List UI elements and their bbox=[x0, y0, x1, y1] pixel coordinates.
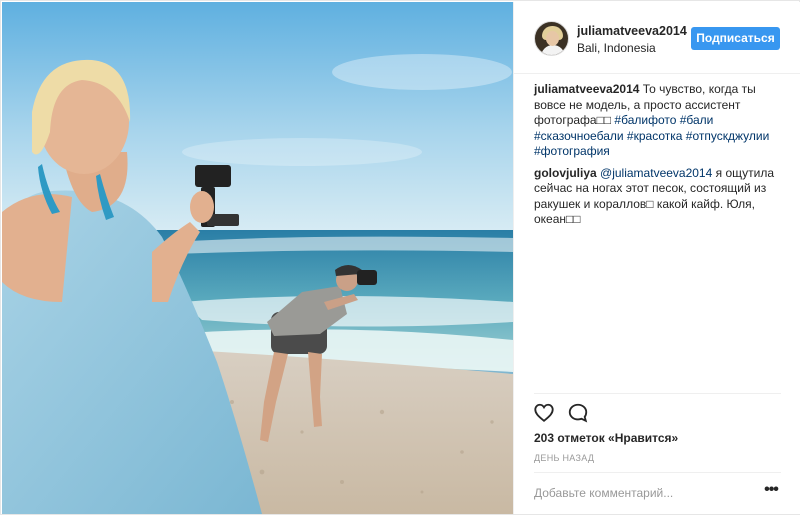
more-options-icon[interactable]: ••• bbox=[762, 482, 780, 501]
comments-list: juliamatveeva2014 То чувство, когда ты в… bbox=[534, 82, 784, 234]
hashtag-link[interactable]: #отпускджулии bbox=[686, 129, 770, 143]
avatar-body-shape bbox=[541, 45, 565, 55]
follow-button[interactable]: Подписаться bbox=[691, 27, 780, 50]
post-location[interactable]: Bali, Indonesia bbox=[577, 41, 656, 55]
hashtag-link[interactable]: #красотка bbox=[627, 129, 683, 143]
avatar-face-shape bbox=[546, 31, 559, 46]
post-photo[interactable] bbox=[2, 2, 513, 514]
post-timestamp: ДЕНЬ НАЗАД bbox=[534, 453, 595, 463]
speech-bubble-icon[interactable] bbox=[567, 402, 591, 426]
post-header: juliamatveeva2014 Bali, Indonesia Подпис… bbox=[514, 2, 800, 74]
post-side-panel: juliamatveeva2014 Bali, Indonesia Подпис… bbox=[513, 2, 800, 514]
post-username-link[interactable]: juliamatveeva2014 bbox=[577, 24, 687, 38]
actions-divider bbox=[534, 393, 781, 394]
hashtag-link[interactable]: #бали bbox=[680, 113, 714, 127]
hashtag-link[interactable]: #балифото bbox=[614, 113, 676, 127]
comment-divider bbox=[534, 472, 781, 473]
comment-author-link[interactable]: golovjuliya bbox=[534, 166, 597, 180]
hashtag-link[interactable]: #фотография bbox=[534, 144, 610, 158]
comment-item: juliamatveeva2014 То чувство, когда ты в… bbox=[534, 82, 784, 160]
beach-photo-illustration bbox=[2, 2, 513, 514]
mention-link[interactable]: @juliamatveeva2014 bbox=[600, 166, 712, 180]
heart-outline-icon[interactable] bbox=[533, 402, 557, 426]
hashtag-link[interactable]: #сказочноебали bbox=[534, 129, 624, 143]
comment-item: golovjuliya @juliamatveeva2014 я ощутила… bbox=[534, 166, 784, 228]
avatar[interactable] bbox=[534, 21, 569, 56]
comment-author-link[interactable]: juliamatveeva2014 bbox=[534, 82, 639, 96]
add-comment-input[interactable] bbox=[534, 482, 734, 504]
instagram-post: juliamatveeva2014 Bali, Indonesia Подпис… bbox=[0, 0, 800, 515]
likes-count[interactable]: 203 отметок «Нравится» bbox=[534, 431, 678, 445]
